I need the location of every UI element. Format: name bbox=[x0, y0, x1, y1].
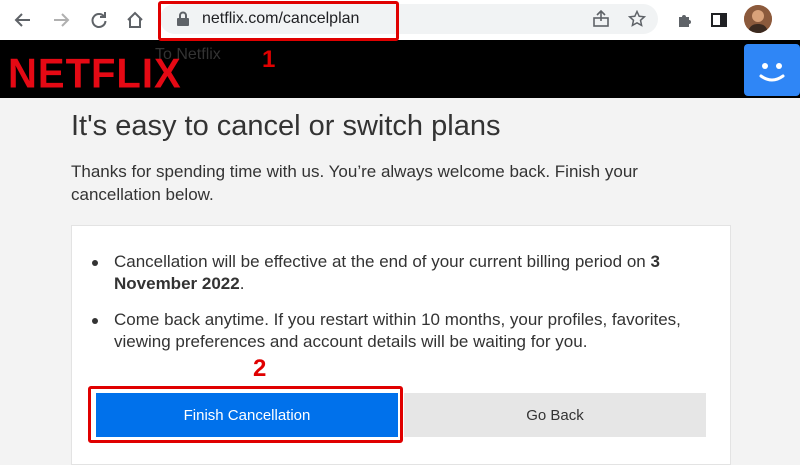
bullet-text-2: Come back anytime. If you restart within… bbox=[114, 310, 681, 351]
reload-icon[interactable] bbox=[86, 7, 112, 33]
forward-icon[interactable] bbox=[48, 7, 74, 33]
profile-icon[interactable] bbox=[744, 44, 800, 96]
share-icon[interactable] bbox=[588, 6, 614, 32]
annotation-box-url bbox=[158, 1, 399, 41]
list-item: Cancellation will be effective at the en… bbox=[92, 251, 692, 295]
sidebar-icon[interactable] bbox=[706, 7, 732, 33]
annotation-number-2: 2 bbox=[253, 355, 267, 382]
extensions-icon[interactable] bbox=[672, 7, 698, 33]
avatar[interactable] bbox=[744, 5, 772, 33]
go-back-button[interactable]: Go Back bbox=[404, 393, 706, 437]
list-item: Come back anytime. If you restart within… bbox=[92, 309, 692, 353]
page-subtitle: Thanks for spending time with us. You’re… bbox=[71, 162, 638, 204]
finish-cancellation-button[interactable]: Finish Cancellation bbox=[96, 393, 398, 437]
page-title: It's easy to cancel or switch plans bbox=[71, 110, 501, 142]
bullet-dot bbox=[92, 260, 98, 266]
netflix-logo[interactable]: NETFLIX bbox=[8, 51, 182, 98]
bullet-dot bbox=[92, 318, 98, 324]
bullet-text-1: Cancellation will be effective at the en… bbox=[114, 252, 660, 293]
back-icon[interactable] bbox=[10, 7, 36, 33]
annotation-number-1: 1 bbox=[262, 46, 276, 73]
browser-toolbar: netflix.com/cancelplan bbox=[0, 0, 800, 41]
home-icon[interactable] bbox=[122, 7, 148, 33]
star-icon[interactable] bbox=[624, 6, 650, 32]
